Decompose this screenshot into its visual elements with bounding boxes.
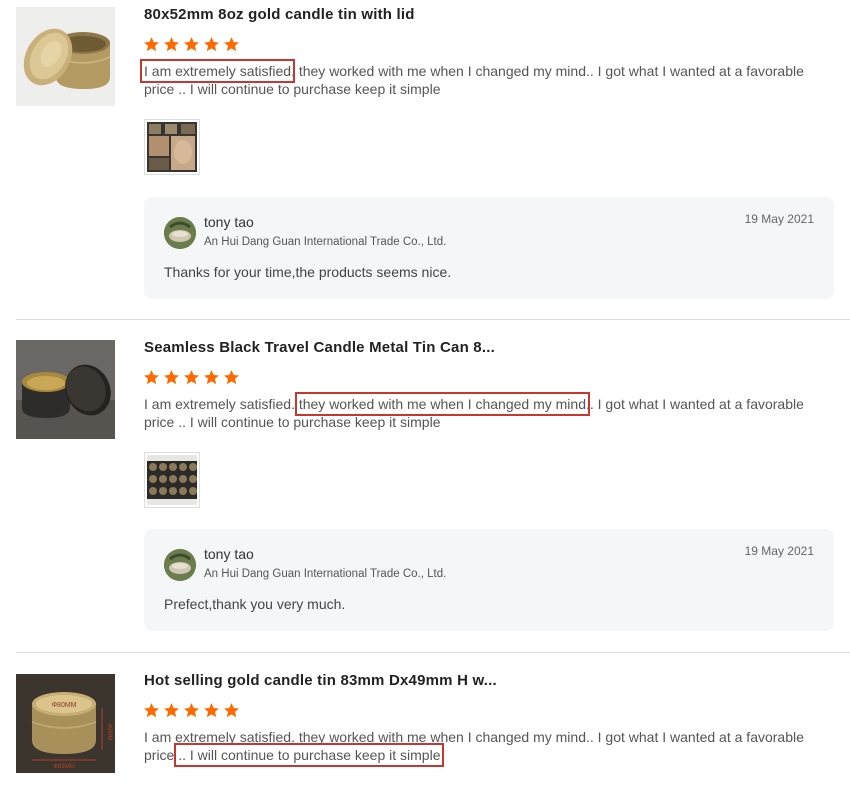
star-icon (144, 37, 159, 52)
star-rating (143, 702, 240, 719)
reply-company-name[interactable]: An Hui Dang Guan International Trade Co.… (204, 236, 446, 248)
star-icon (144, 370, 159, 385)
review-photo[interactable] (144, 452, 200, 508)
star-icon (184, 37, 199, 52)
review-text: I am extremely satisfied. they worked wi… (139, 59, 804, 97)
star-icon (224, 37, 239, 52)
dimension-label: Φ83MM (53, 764, 74, 770)
review-text: I am extremely satisfied. they worked wi… (144, 392, 804, 430)
reply-date: 19 May 2021 (744, 544, 814, 558)
star-icon (224, 703, 239, 718)
product-thumbnail-gold-tin-dimensions[interactable]: Φ80MM 49MM Φ83MM (16, 674, 115, 773)
star-icon (164, 703, 179, 718)
star-icon (184, 370, 199, 385)
review-text: I am extremely satisfied. they worked wi… (144, 729, 804, 767)
product-thumbnail-gold-tin[interactable] (16, 7, 115, 106)
seller-reply: tony tao An Hui Dang Guan International … (144, 197, 834, 299)
review-photo[interactable] (144, 119, 200, 175)
product-title[interactable]: Hot selling gold candle tin 83mm Dx49mm … (144, 672, 497, 689)
reply-text: Thanks for your time,the products seems … (164, 264, 452, 280)
star-icon (204, 37, 219, 52)
product-title[interactable]: Seamless Black Travel Candle Metal Tin C… (144, 339, 495, 356)
star-icon (144, 703, 159, 718)
seller-reply: tony tao An Hui Dang Guan International … (144, 529, 834, 631)
avatar (164, 549, 196, 581)
reviews-page: 80x52mm 8oz gold candle tin with lid I a… (0, 0, 850, 787)
highlighted-phrase: I am extremely satisfied (139, 59, 296, 83)
reply-author-name: tony tao (204, 214, 254, 230)
star-icon (184, 703, 199, 718)
star-icon (204, 703, 219, 718)
star-icon (224, 370, 239, 385)
review-item: 80x52mm 8oz gold candle tin with lid I a… (0, 0, 850, 319)
dimension-label: 49MM (106, 724, 112, 741)
avatar (164, 217, 196, 249)
review-item: Φ80MM 49MM Φ83MM Hot selling gold candle… (0, 653, 850, 787)
product-title[interactable]: 80x52mm 8oz gold candle tin with lid (144, 6, 415, 23)
product-thumbnail-black-tin[interactable] (16, 340, 115, 439)
star-rating (143, 36, 240, 53)
reply-text: Prefect,thank you very much. (164, 596, 346, 612)
highlighted-phrase: .. I will continue to purchase keep it s… (174, 743, 445, 767)
star-icon (164, 37, 179, 52)
star-icon (164, 370, 179, 385)
star-rating (143, 369, 240, 386)
reply-company-name[interactable]: An Hui Dang Guan International Trade Co.… (204, 568, 446, 580)
review-item: Seamless Black Travel Candle Metal Tin C… (0, 320, 850, 652)
reply-author-name: tony tao (204, 546, 254, 562)
dimension-label: Φ80MM (51, 702, 76, 709)
reply-date: 19 May 2021 (744, 212, 814, 226)
star-icon (204, 370, 219, 385)
highlighted-phrase: they worked with me when I changed my mi… (294, 392, 590, 416)
